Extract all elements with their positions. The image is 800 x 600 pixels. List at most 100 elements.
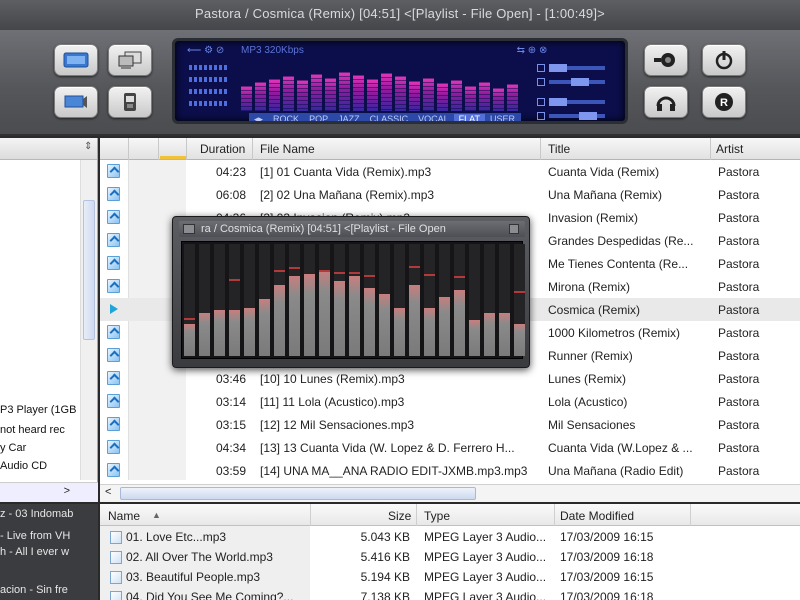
monitor-icon[interactable] [54,86,98,118]
spectrum-bar [439,297,450,356]
record-icon[interactable]: R [702,86,746,118]
spectrum-peak [289,267,300,269]
mini-title[interactable]: ra / Cosmica (Remix) [04:51] <[Playlist … [179,221,525,237]
file-type: MPEG Layer 3 Audio... [424,530,547,544]
spectrum-bar [514,324,525,356]
recent-item[interactable]: h - All I ever w [0,546,69,558]
spectrum-bar [394,308,405,356]
spectrum-bar [214,310,225,356]
preset-button[interactable]: FLAT [453,114,485,121]
playlist-row[interactable]: 03:15 [12] 12 Mil Sensaciones.mp3 Mil Sens… [100,413,800,436]
scroll-left-icon[interactable]: < [105,486,111,498]
tree-hscrollbar[interactable]: > [0,482,98,502]
display-sliders [537,63,617,121]
spectrum-bar [304,274,315,356]
display-controls-icon[interactable]: ⟵ ⚙ ⊘ [187,45,224,56]
media-player-app: Pastora / Cosmica (Remix) [04:51] <[Play… [0,0,800,600]
eq-bar [451,80,462,111]
preset-button[interactable]: CLASSIC [365,114,414,121]
playlist-row[interactable]: 03:46 [10] 10 Lunes (Remix).mp3 Lunes (Rem… [100,367,800,390]
cell-artist: Pastora [718,165,760,179]
file-row[interactable]: 04. Did You See Me Coming?... 7.138 KB MPE… [100,588,800,600]
file-size: 7.138 KB [360,590,410,600]
tree-scrollbar[interactable] [80,160,97,480]
spectrum-peak [274,270,285,272]
playlist-row[interactable]: 03:59 [14] UNA MA__ANA RADIO EDIT-JXMB.mp… [100,459,800,482]
eq-bar [325,78,336,111]
preset-button[interactable]: JAZZ [333,114,365,121]
playlist-row[interactable]: 06:08 [2] 02 Una Mañana (Remix).mp3 Una Ma… [100,183,800,206]
recent-item[interactable]: acion - Sin fre [0,584,68,596]
col-type[interactable]: Type [424,509,450,523]
file-row[interactable]: 02. All Over The World.mp3 5.416 KB MPEG L… [100,548,800,567]
preset-button[interactable]: USER [485,114,520,121]
spectrum-peak [349,272,360,274]
preset-button[interactable]: ROCK [268,114,304,121]
spectrum-bar [319,270,330,356]
cell-title: Cuanta Vida (Remix) [548,165,660,179]
spectrum-bar [199,313,210,356]
col-title[interactable]: Title [548,142,570,156]
scroll-right-icon[interactable]: > [64,485,70,497]
skin-icon[interactable] [644,44,688,76]
cell-title: Una Mañana (Radio Edit) [548,464,684,478]
cell-title: Runner (Remix) [548,349,633,363]
headphones-icon[interactable] [644,86,688,118]
playlist-row[interactable]: 04:34 [13] 13 Cuanta Vida (W. Lopez & D. … [100,436,800,459]
sort-icon[interactable]: ⇕ [84,141,92,152]
playlist-hscrollbar[interactable]: < [100,484,800,502]
recent-item[interactable]: z - 03 Indomab [0,508,73,520]
mini-visualizer-window[interactable]: ra / Cosmica (Remix) [04:51] <[Playlist … [172,216,530,368]
col-artist[interactable]: Artist [716,142,743,156]
window-title: Pastora / Cosmica (Remix) [04:51] <[Play… [0,0,800,30]
bass-slider[interactable] [549,98,605,106]
folder-tree[interactable]: ⇕ P3 Player (1GB not heard rec y Car Aud… [0,138,98,502]
tree-item[interactable]: not heard rec [0,424,65,436]
spectrum-bar [469,320,480,356]
screen-icon[interactable] [108,44,152,76]
vu-meter [189,65,229,115]
audio-file-icon [107,256,120,270]
cell-filename: [13] 13 Cuanta Vida (W. Lopez & D. Ferre… [260,441,515,455]
audio-file-icon [107,440,120,454]
audio-file-icon [107,187,120,201]
audio-file-icon [107,371,120,385]
col-name[interactable]: Name [108,509,140,523]
eq-controls-icon[interactable]: ⇆ ⊕ ⊗ [517,45,548,56]
mini-menu-icon[interactable] [183,224,195,234]
file-row[interactable]: 01. Love Etc...mp3 5.043 KB MPEG Layer 3 A… [100,528,800,547]
sort-up-icon: ▲ [152,510,161,520]
file-row[interactable]: 03. Beautiful People.mp3 5.194 KB MPEG Lay… [100,568,800,587]
preset-arrows-icon[interactable]: ◂▸ [249,114,268,122]
balance-slider[interactable] [549,78,605,86]
recent-list: z - 03 Indomab - Live from VH h - All I … [0,504,98,600]
col-date[interactable]: Date Modified [560,509,634,523]
cell-duration: 03:15 [215,418,246,432]
treble-slider[interactable] [549,112,605,120]
eq-bar [423,78,434,111]
tree-item[interactable]: Audio CD [0,460,47,472]
col-filename[interactable]: File Name [260,142,315,156]
spectrum-bar [259,299,270,356]
eq-bar [353,75,364,111]
tree-item[interactable]: y Car [0,442,26,454]
mini-close-icon[interactable] [509,224,519,234]
file-size: 5.416 KB [360,550,410,564]
preset-button[interactable]: VOCAL [413,114,454,121]
cell-title: Me Tienes Contenta (Re... [548,257,689,271]
volume-slider[interactable] [549,64,605,72]
tree-item[interactable]: P3 Player (1GB [0,404,76,416]
power-icon[interactable] [702,44,746,76]
col-duration[interactable]: Duration [200,142,245,156]
playlist-row[interactable]: 03:14 [11] 11 Lola (Acustico).mp3 Lola (Ac… [100,390,800,413]
spectrum-bar [334,281,345,356]
spectrum-bar [454,290,465,356]
device-icon[interactable] [108,86,152,118]
view-icon[interactable] [54,44,98,76]
preset-button[interactable]: POP [304,114,333,121]
playlist-row[interactable]: 04:23 [1] 01 Cuanta Vida (Remix).mp3 Cuant… [100,160,800,183]
col-size[interactable]: Size [388,509,411,523]
file-name: 04. Did You See Me Coming?... [126,590,294,600]
spectrum-bar [184,324,195,356]
recent-item[interactable]: - Live from VH [0,530,70,542]
